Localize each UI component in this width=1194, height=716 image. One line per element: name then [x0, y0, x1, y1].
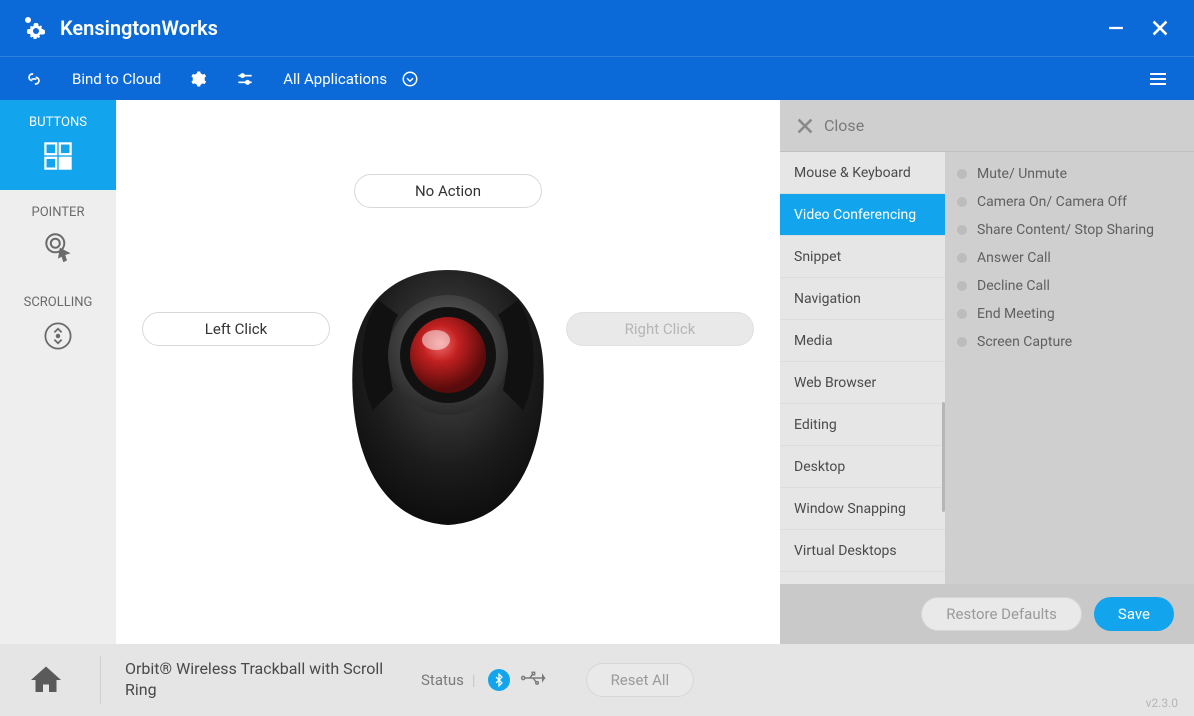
- sidenav-scrolling[interactable]: SCROLLING: [0, 280, 116, 370]
- category-item[interactable]: Navigation: [780, 278, 945, 320]
- action-item[interactable]: Decline Call: [945, 272, 1194, 300]
- home-icon[interactable]: [28, 662, 64, 698]
- category-item[interactable]: Snippet: [780, 236, 945, 278]
- button-left-label: Left Click: [205, 320, 267, 338]
- usb-icon: [520, 671, 546, 689]
- category-item[interactable]: Mouse & Keyboard: [780, 152, 945, 194]
- sidenav-scrolling-label: SCROLLING: [24, 295, 93, 310]
- button-top-label: No Action: [415, 182, 481, 200]
- action-list[interactable]: Mute/ Unmute Camera On/ Camera Off Share C…: [945, 152, 1194, 584]
- cloud-link-icon[interactable]: [24, 69, 44, 89]
- action-label: Share Content/ Stop Sharing: [977, 222, 1154, 238]
- panel-header: Close: [780, 100, 1194, 152]
- radio-dot-icon: [957, 253, 967, 263]
- button-right-pill[interactable]: Right Click: [566, 312, 754, 346]
- status-separator: |: [472, 671, 476, 689]
- status-block: Status |: [421, 669, 546, 691]
- status-label: Status: [421, 671, 464, 689]
- device-name: Orbit® Wireless Trackball with Scroll Ri…: [125, 659, 385, 701]
- app-scope-chevron-icon[interactable]: [401, 70, 419, 88]
- save-button[interactable]: Save: [1094, 597, 1174, 631]
- footer-divider: [100, 656, 101, 704]
- action-item[interactable]: Mute/ Unmute: [945, 160, 1194, 188]
- action-item[interactable]: End Meeting: [945, 300, 1194, 328]
- save-label: Save: [1118, 605, 1150, 623]
- close-x-icon: [796, 117, 814, 135]
- device-config-area: No Action Left Click Right Click: [116, 100, 780, 644]
- category-item[interactable]: Desktop: [780, 446, 945, 488]
- category-item[interactable]: Media: [780, 320, 945, 362]
- bluetooth-icon: [488, 669, 510, 691]
- bind-to-cloud-link[interactable]: Bind to Cloud: [72, 70, 161, 88]
- button-top-pill[interactable]: No Action: [354, 174, 542, 208]
- sidenav-buttons[interactable]: BUTTONS: [0, 100, 116, 190]
- settings-gear-icon[interactable]: [189, 70, 207, 88]
- panel-close-button[interactable]: Close: [796, 116, 864, 135]
- device-illustration: [338, 260, 558, 530]
- main: No Action Left Click Right Click: [116, 100, 1194, 644]
- action-label: Answer Call: [977, 250, 1051, 266]
- filter-icon[interactable]: [235, 69, 255, 89]
- radio-dot-icon: [957, 281, 967, 291]
- category-item[interactable]: Video Conferencing: [780, 194, 945, 236]
- panel-footer: Restore Defaults Save: [780, 584, 1194, 644]
- footer: Orbit® Wireless Trackball with Scroll Ri…: [0, 644, 1194, 716]
- titlebar: KensingtonWorks: [0, 0, 1194, 56]
- grid-icon: [38, 136, 78, 176]
- app-logo-icon: [24, 16, 48, 40]
- panel-close-label: Close: [824, 116, 864, 135]
- radio-dot-icon: [957, 309, 967, 319]
- restore-defaults-button[interactable]: Restore Defaults: [921, 597, 1082, 631]
- action-label: Screen Capture: [977, 334, 1072, 350]
- radio-dot-icon: [957, 197, 967, 207]
- action-item[interactable]: Answer Call: [945, 244, 1194, 272]
- scroll-icon: [38, 316, 78, 356]
- body: BUTTONS POINTER SCROLLING No Action: [0, 100, 1194, 644]
- reset-all-button[interactable]: Reset All: [586, 663, 695, 697]
- action-label: End Meeting: [977, 306, 1055, 322]
- category-item[interactable]: Web Browser: [780, 362, 945, 404]
- restore-defaults-label: Restore Defaults: [946, 605, 1057, 623]
- action-panel: Close Mouse & KeyboardVideo Conferencing…: [780, 100, 1194, 644]
- sidenav: BUTTONS POINTER SCROLLING: [0, 100, 116, 644]
- action-item[interactable]: Share Content/ Stop Sharing: [945, 216, 1194, 244]
- category-list[interactable]: Mouse & KeyboardVideo ConferencingSnippe…: [780, 152, 945, 584]
- app-title: KensingtonWorks: [60, 16, 218, 40]
- action-label: Camera On/ Camera Off: [977, 194, 1127, 210]
- button-right-label: Right Click: [625, 320, 696, 338]
- hamburger-menu-icon[interactable]: [1146, 67, 1170, 91]
- minimize-button[interactable]: [1106, 18, 1126, 38]
- category-item[interactable]: Editing: [780, 404, 945, 446]
- action-item[interactable]: Screen Capture: [945, 328, 1194, 356]
- app-window: KensingtonWorks Bind to Cloud All Applic…: [0, 0, 1194, 716]
- radio-dot-icon: [957, 225, 967, 235]
- toolbar: Bind to Cloud All Applications: [0, 56, 1194, 100]
- action-label: Decline Call: [977, 278, 1050, 294]
- action-label: Mute/ Unmute: [977, 166, 1067, 182]
- sidenav-buttons-label: BUTTONS: [29, 115, 87, 130]
- action-item[interactable]: Camera On/ Camera Off: [945, 188, 1194, 216]
- category-item[interactable]: Virtual Desktops: [780, 530, 945, 572]
- close-window-button[interactable]: [1150, 18, 1170, 38]
- radio-dot-icon: [957, 169, 967, 179]
- category-item[interactable]: Window Snapping: [780, 488, 945, 530]
- button-left-pill[interactable]: Left Click: [142, 312, 330, 346]
- pointer-icon: [38, 226, 78, 266]
- app-scope-label[interactable]: All Applications: [283, 70, 387, 88]
- panel-lists: Mouse & KeyboardVideo ConferencingSnippe…: [780, 152, 1194, 584]
- reset-all-label: Reset All: [611, 671, 670, 689]
- radio-dot-icon: [957, 337, 967, 347]
- version-label: v2.3.0: [1146, 696, 1178, 710]
- sidenav-pointer-label: POINTER: [32, 205, 85, 220]
- sidenav-pointer[interactable]: POINTER: [0, 190, 116, 280]
